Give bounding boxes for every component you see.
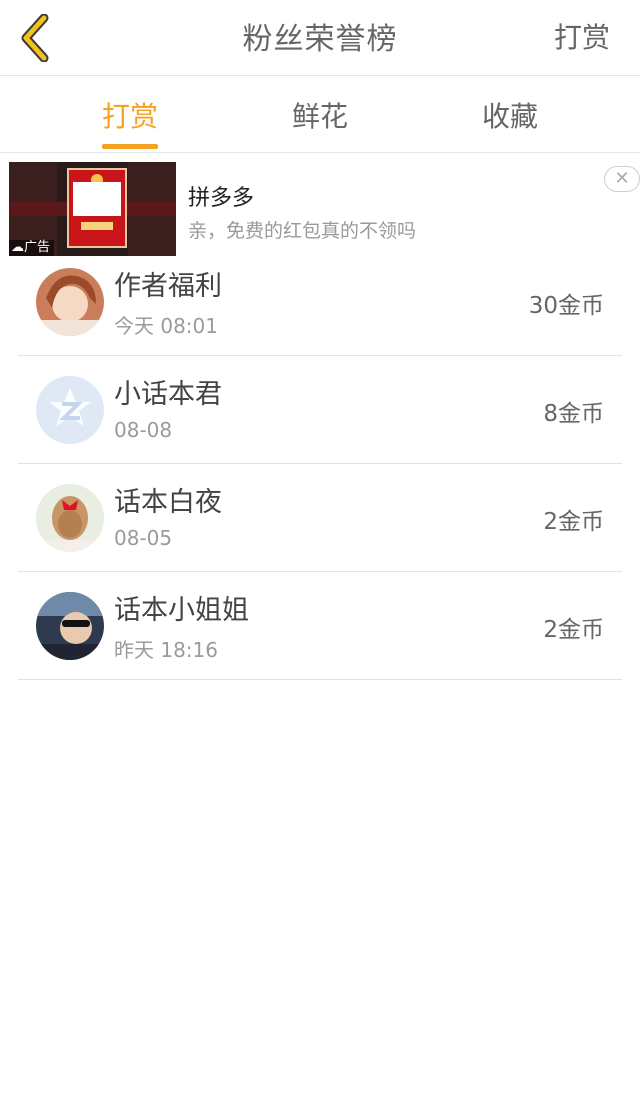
- avatar: [36, 268, 104, 336]
- active-tab-indicator: [102, 144, 158, 149]
- tab-reward[interactable]: 打赏: [70, 95, 190, 135]
- reward-amount: 30金币: [528, 293, 604, 319]
- reward-time: 08-08: [114, 418, 173, 442]
- fan-name: 话本白夜: [114, 487, 222, 518]
- reward-button[interactable]: 打赏: [554, 16, 610, 56]
- ad-description: 亲，免费的红包真的不领吗: [188, 220, 417, 242]
- list-item[interactable]: 话本小姐姐 昨天 18:16 2金币: [18, 572, 622, 680]
- tab-bar: 打赏 鲜花 收藏: [0, 77, 640, 153]
- reward-time: 08-05: [114, 526, 173, 550]
- close-icon[interactable]: ✕: [604, 166, 640, 192]
- reward-amount: 2金币: [543, 509, 604, 535]
- list-item[interactable]: 小话本君 08-08 8金币: [18, 356, 622, 464]
- reward-amount: 8金币: [543, 401, 604, 427]
- list-item[interactable]: 话本白夜 08-05 2金币: [18, 464, 622, 572]
- fan-name: 作者福利: [114, 271, 222, 302]
- avatar: [36, 484, 104, 552]
- avatar: [36, 376, 104, 444]
- avatar: [36, 592, 104, 660]
- reward-amount: 2金币: [543, 617, 604, 643]
- list-item[interactable]: 作者福利 今天 08:01 30金币: [18, 248, 622, 356]
- page-title: 粉丝荣誉榜: [242, 22, 398, 57]
- ad-title: 拼多多: [188, 186, 255, 211]
- reward-time: 今天 08:01: [114, 314, 218, 338]
- ad-banner[interactable]: ☁广告 拼多多 亲，免费的红包真的不领吗 ✕: [9, 162, 640, 256]
- ad-thumbnail: ☁广告: [9, 162, 176, 256]
- fan-list: 作者福利 今天 08:01 30金币 小话本君 08-08 8金币 话本白夜 0: [18, 248, 622, 680]
- top-bar: 粉丝荣誉榜 打赏: [0, 0, 640, 76]
- tab-favorites[interactable]: 收藏: [450, 95, 570, 135]
- reward-time: 昨天 18:16: [114, 638, 218, 662]
- fan-name: 话本小姐姐: [114, 595, 249, 626]
- red-envelope-image: [67, 168, 127, 248]
- tab-flowers[interactable]: 鲜花: [260, 95, 380, 135]
- fan-name: 小话本君: [114, 379, 222, 410]
